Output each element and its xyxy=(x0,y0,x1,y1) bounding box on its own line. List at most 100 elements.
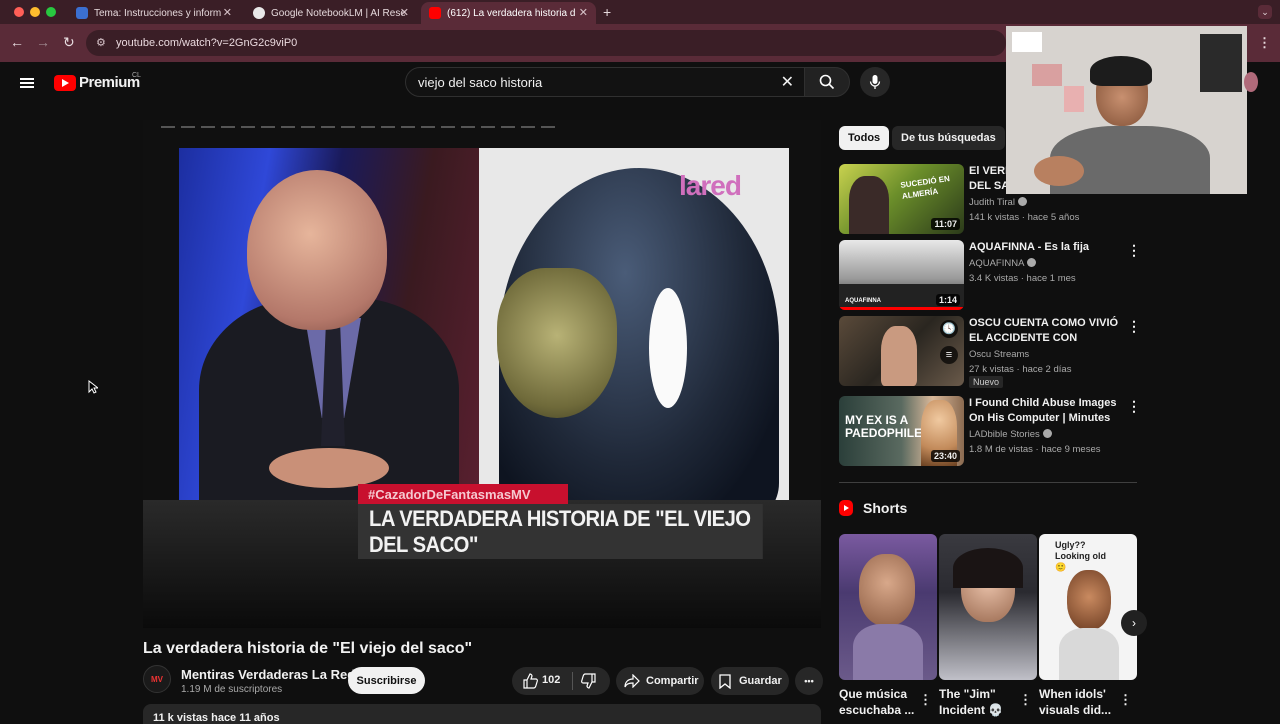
thumbnail-person xyxy=(1067,570,1111,630)
chip-all[interactable]: Todos xyxy=(839,126,890,150)
channel-text: LADbible Stories xyxy=(969,429,1040,440)
verified-icon xyxy=(1027,258,1037,267)
thumbnail-text: SUCEDIÓ EN ALMERÍA xyxy=(899,174,951,201)
video-channel: Oscu Streams xyxy=(969,349,1030,360)
logo-text: Premium xyxy=(79,74,140,91)
shorts-next-chevron-icon[interactable]: › xyxy=(1121,610,1147,636)
browser-tab-3-active[interactable]: (612) La verdadera historia d ✕ xyxy=(421,2,596,24)
subscriber-count: 1.19 M de suscriptores xyxy=(181,684,283,695)
video-duration: 1:14 xyxy=(935,294,960,306)
video-duration: 23:40 xyxy=(930,450,960,462)
menu-hamburger-icon[interactable] xyxy=(20,76,34,90)
subscribe-button[interactable]: Suscribirse xyxy=(348,667,425,694)
short-thumbnail[interactable] xyxy=(839,534,937,680)
video-hashtag-overlay: #CazadorDeFantasmasMV xyxy=(358,484,568,504)
wall-poster xyxy=(1012,32,1042,52)
wall-photo xyxy=(1064,86,1084,112)
search-input[interactable]: viejo del saco historia ✕ xyxy=(405,67,805,97)
video-channel: Judith Tiral xyxy=(969,197,1027,208)
url-text: youtube.com/watch?v=2GnG2c9viP0 xyxy=(116,37,298,49)
search-query-text: viejo del saco historia xyxy=(418,74,543,90)
reload-icon[interactable]: ↻ xyxy=(63,34,75,51)
thumbnail-body xyxy=(853,624,923,680)
video-title: OSCU CUENTA COMO VIVIÓ EL ACCIDENTE CON … xyxy=(969,317,1119,344)
watch-progress-bar xyxy=(839,307,964,310)
share-arrow-icon xyxy=(624,674,640,688)
clear-search-icon[interactable]: ✕ xyxy=(781,72,794,92)
save-button[interactable]: Guardar xyxy=(711,667,789,695)
browser-tab-2[interactable]: Google NotebookLM | AI Rese ✕ xyxy=(245,2,417,24)
channel-name[interactable]: Mentiras Verdaderas La Red xyxy=(181,667,355,682)
tab-label: (612) La verdadera historia d xyxy=(447,7,576,19)
video-thumbnail[interactable]: 🕓 ≡ xyxy=(839,316,964,386)
close-window-button[interactable] xyxy=(14,7,24,17)
close-tab-icon[interactable]: ✕ xyxy=(400,6,409,19)
microphone-icon xyxy=(869,75,881,89)
video-meta: 3.4 K vistas · hace 1 mes xyxy=(969,273,1076,284)
tab-favicon-icon xyxy=(76,7,88,19)
short-title: The "Jim" Incident 💀 xyxy=(939,687,1004,717)
short-options-icon[interactable]: ⋮ xyxy=(1119,692,1132,708)
related-video-item[interactable]: MY EX IS A PAEDOPHILE 23:40 I Found Chil… xyxy=(839,396,1141,468)
video-thumbnail[interactable]: AQUAFINNA 1:14 xyxy=(839,240,964,310)
verified-icon xyxy=(1042,429,1052,438)
player-top-artifact xyxy=(161,126,561,128)
close-tab-icon[interactable]: ✕ xyxy=(579,6,588,19)
browser-tab-bar: Tema: Instrucciones y inform ✕ Google No… xyxy=(0,0,1280,24)
video-player[interactable]: lared #CazadorDeFantasmasMV LA VERDADERA… xyxy=(143,120,821,628)
search-icon xyxy=(819,74,835,90)
wall-poster-dark xyxy=(1200,34,1242,92)
description-box[interactable]: 11 k vistas hace 11 años xyxy=(143,704,821,724)
like-dislike-group: 102 xyxy=(512,667,610,695)
short-options-icon[interactable]: ⋮ xyxy=(1019,692,1032,708)
description-meta: 11 k vistas hace 11 años xyxy=(153,712,280,724)
youtube-premium-logo[interactable]: Premium CL xyxy=(54,72,141,91)
add-to-queue-icon[interactable]: ≡ xyxy=(940,346,958,364)
shorts-heading-text: Shorts xyxy=(863,500,908,516)
verified-icon xyxy=(1017,197,1027,206)
related-video-item[interactable]: AQUAFINNA 1:14 AQUAFINNA - Es la fija AQ… xyxy=(839,240,1141,312)
maximize-window-button[interactable] xyxy=(46,7,56,17)
new-tab-button[interactable]: + xyxy=(603,4,611,20)
tab-favicon-icon xyxy=(253,7,265,19)
minimize-window-button[interactable] xyxy=(30,7,40,17)
thumbnail-text: Ugly?? Looking old🙂 xyxy=(1055,540,1106,572)
browser-tab-1[interactable]: Tema: Instrucciones y inform ✕ xyxy=(68,2,240,24)
short-thumbnail[interactable] xyxy=(939,534,1037,680)
related-video-item[interactable]: 🕓 ≡ OSCU CUENTA COMO VIVIÓ EL ACCIDENTE … xyxy=(839,316,1141,388)
user-avatar[interactable] xyxy=(1244,72,1258,92)
share-button[interactable]: Compartir xyxy=(616,667,704,695)
video-channel: LADbible Stories xyxy=(969,429,1052,440)
video-options-icon[interactable]: ⋮ xyxy=(1127,242,1141,259)
channel-text: AQUAFINNA xyxy=(969,258,1025,269)
video-options-icon[interactable]: ⋮ xyxy=(1127,318,1141,335)
short-options-icon[interactable]: ⋮ xyxy=(919,692,932,708)
chip-from-searches[interactable]: De tus búsquedas xyxy=(892,126,1005,150)
close-tab-icon[interactable]: ✕ xyxy=(223,6,232,19)
channel-avatar[interactable]: MV xyxy=(143,665,171,693)
illustration-highlight xyxy=(649,288,687,408)
tab-list-chevron-icon[interactable]: ⌄ xyxy=(1258,5,1272,19)
video-title-banner: LA VERDADERA HISTORIA DE "EL VIEJO DEL S… xyxy=(358,504,763,559)
back-arrow-icon[interactable]: ← xyxy=(10,34,24,50)
short-thumbnail[interactable]: Ugly?? Looking old🙂 xyxy=(1039,534,1137,680)
voice-search-button[interactable] xyxy=(860,67,890,97)
dislike-button[interactable] xyxy=(581,673,597,692)
like-divider xyxy=(572,672,573,690)
browser-menu-icon[interactable]: ⋮ xyxy=(1258,35,1271,51)
more-actions-button[interactable]: ••• xyxy=(795,667,823,695)
site-settings-icon[interactable]: ⚙ xyxy=(96,36,106,49)
search-button[interactable] xyxy=(804,67,850,97)
presenter-head xyxy=(247,170,387,330)
thumbnail-person xyxy=(859,554,915,626)
like-button[interactable] xyxy=(522,673,538,692)
url-field[interactable]: ⚙ youtube.com/watch?v=2GnG2c9viP0 xyxy=(86,30,1006,56)
thumbnail-person xyxy=(849,176,889,234)
video-thumbnail[interactable]: MY EX IS A PAEDOPHILE 23:40 xyxy=(839,396,964,466)
video-options-icon[interactable]: ⋮ xyxy=(1127,398,1141,415)
forward-arrow-icon[interactable]: → xyxy=(36,34,50,50)
watch-later-clock-icon[interactable]: 🕓 xyxy=(940,320,958,338)
video-thumbnail[interactable]: SUCEDIÓ EN ALMERÍA 11:07 xyxy=(839,164,964,234)
webcam-overlay xyxy=(1006,26,1247,194)
webcam-person-beanie xyxy=(1090,56,1152,86)
